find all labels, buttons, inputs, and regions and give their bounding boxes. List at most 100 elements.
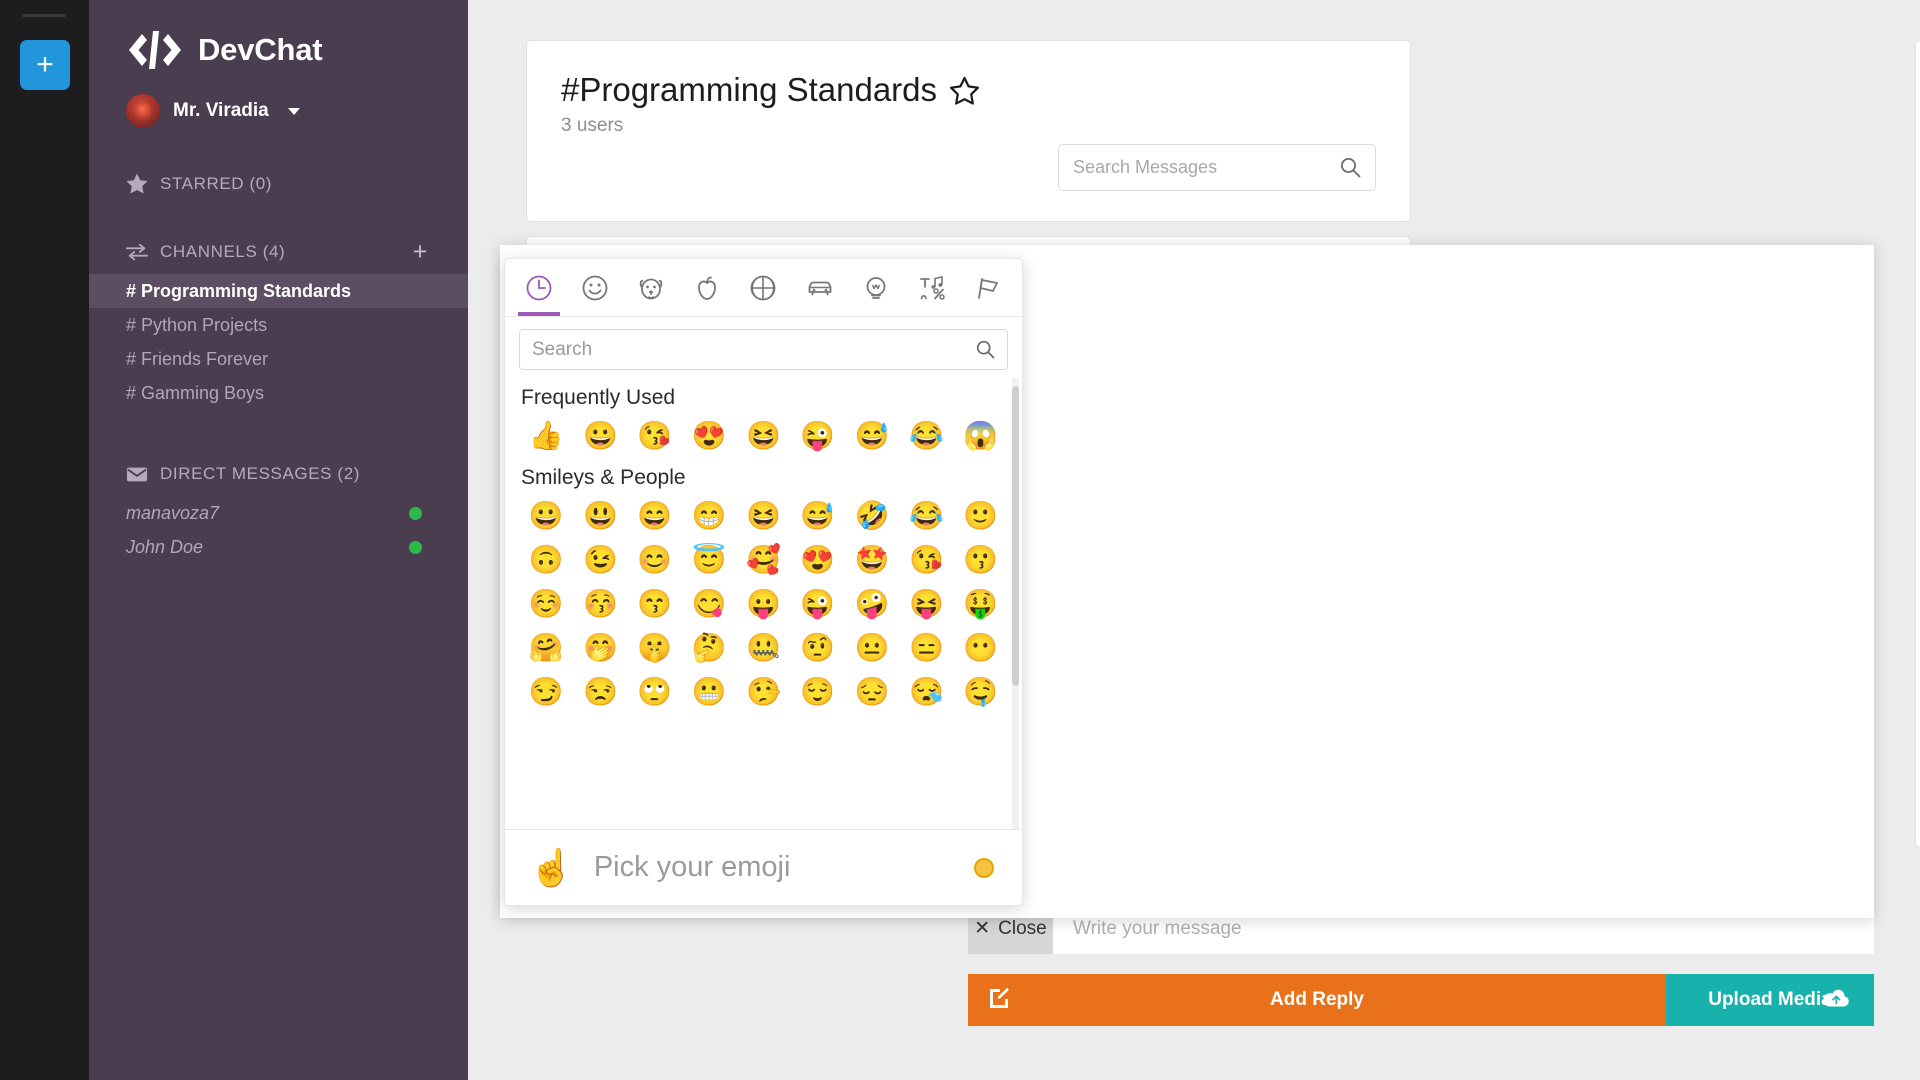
emoji-button[interactable]: ☺️ [519, 582, 573, 626]
emoji-button[interactable]: 🤑 [954, 582, 1008, 626]
emoji-button[interactable]: 🤐 [736, 626, 790, 670]
emoji-button[interactable]: 😋 [682, 582, 736, 626]
list-item[interactable]: manavoza7 [89, 496, 468, 530]
emoji-button[interactable]: 😘 [628, 414, 682, 458]
emoji-button[interactable]: 😉 [573, 538, 627, 582]
tab-smileys[interactable] [567, 259, 623, 316]
emoji-button[interactable]: 🤭 [573, 626, 627, 670]
emoji-scroll-area[interactable]: Frequently Used 👍 😀 😘 😍 😆 😜 😅 😂 😱 Smileys & Peop… [505, 378, 1022, 829]
emoji-button[interactable]: 😆 [736, 414, 790, 458]
emoji-button[interactable]: 😀 [519, 494, 573, 538]
upload-media-label: Upload Media [1708, 989, 1832, 1010]
emoji-button[interactable]: 😪 [899, 670, 953, 714]
tab-flags[interactable] [960, 259, 1016, 316]
emoji-button[interactable]: 😱 [954, 414, 1008, 458]
tab-animals[interactable] [623, 259, 679, 316]
emoji-button[interactable]: 😬 [682, 670, 736, 714]
emoji-button[interactable]: 😜 [791, 582, 845, 626]
flag-icon [978, 277, 998, 299]
channels-header[interactable]: CHANNELS (4) + [89, 239, 468, 265]
tab-recent[interactable] [511, 259, 567, 316]
emoji-button[interactable]: 😑 [899, 626, 953, 670]
emoji-button[interactable]: 🙄 [628, 670, 682, 714]
scrollbar-thumb[interactable] [1012, 386, 1019, 686]
chevron-down-icon[interactable] [287, 107, 300, 115]
action-bar: Add Reply Upload Media [968, 974, 1874, 1026]
emoji-button[interactable]: 👍 [519, 414, 573, 458]
sidebar-item-programming-standards[interactable]: # Programming Standards [89, 274, 468, 308]
emoji-button[interactable]: 😍 [791, 538, 845, 582]
emoji-button[interactable]: 🤪 [845, 582, 899, 626]
emoji-grid-smileys-people: 😀 😃 😄 😁 😆 😅 🤣 😂 🙂 🙃 😉 😊 😇 🥰 😍 🤩 😘 😗 ☺️ 😚 😙 😋 😛 😜 🤪 😝 🤑 🤗 🤭 🤫 🤔 🤐 🤨 😐 😑 😶 😏 😒 🙄… [519, 494, 1008, 714]
emoji-button[interactable]: 🤤 [954, 670, 1008, 714]
emoji-button[interactable]: 😐 [845, 626, 899, 670]
direct-messages-header[interactable]: DIRECT MESSAGES (2) [89, 464, 468, 484]
tab-travel[interactable] [792, 259, 848, 316]
brand-name: DevChat [198, 32, 323, 67]
car-icon [808, 281, 831, 295]
search-input[interactable] [1073, 157, 1340, 178]
emoji-button[interactable]: 😶 [954, 626, 1008, 670]
emoji-button[interactable]: 🤣 [845, 494, 899, 538]
emoji-button[interactable]: 😝 [899, 582, 953, 626]
emoji-button[interactable]: 🤨 [791, 626, 845, 670]
emoji-button[interactable]: 😏 [519, 670, 573, 714]
sidebar-item-friends-forever[interactable]: # Friends Forever [89, 342, 468, 376]
message-search[interactable] [1058, 144, 1376, 191]
emoji-button[interactable]: 😗 [954, 538, 1008, 582]
page-title: #Programming Standards [561, 71, 938, 108]
add-channel-button[interactable]: + [413, 239, 428, 265]
about-panel: About # Programming Standards ℹ Channel … [1915, 40, 1920, 848]
star-outline-icon[interactable] [950, 76, 980, 105]
emoji-button[interactable]: 😊 [628, 538, 682, 582]
sidebar-item-python-projects[interactable]: # Python Projects [89, 308, 468, 342]
emoji-button[interactable]: 🤥 [736, 670, 790, 714]
rail-divider [22, 14, 66, 17]
current-user[interactable]: Mr. Viradia [89, 72, 468, 128]
preview-label: Pick your emoji [593, 851, 791, 883]
emoji-button[interactable]: 🥰 [736, 538, 790, 582]
tab-activity[interactable] [735, 259, 791, 316]
add-workspace-button[interactable]: + [20, 40, 70, 90]
list-item[interactable]: John Doe [89, 530, 468, 564]
emoji-button[interactable]: 😇 [682, 538, 736, 582]
dm-name: John Doe [126, 536, 204, 557]
emoji-button[interactable]: 😅 [845, 414, 899, 458]
emoji-button[interactable]: 😂 [899, 494, 953, 538]
emoji-button[interactable]: 😙 [628, 582, 682, 626]
compose-icon [988, 987, 1009, 1014]
emoji-search-input[interactable] [532, 338, 976, 361]
sidebar-item-gamming-boys[interactable]: # Gamming Boys [89, 376, 468, 410]
starred-label: STARRED (0) [160, 173, 273, 193]
emoji-button[interactable]: 😄 [628, 494, 682, 538]
emoji-button[interactable]: 😒 [573, 670, 627, 714]
emoji-button[interactable]: 😘 [899, 538, 953, 582]
starred-header[interactable]: STARRED (0) [89, 173, 468, 194]
emoji-button[interactable]: 😍 [682, 414, 736, 458]
status-badge [409, 506, 422, 520]
tab-objects[interactable] [848, 259, 904, 316]
emoji-button[interactable]: 😛 [736, 582, 790, 626]
emoji-button[interactable]: 😂 [899, 414, 953, 458]
add-reply-button[interactable]: Add Reply [968, 974, 1666, 1026]
emoji-button[interactable]: 😚 [573, 582, 627, 626]
upload-media-button[interactable]: Upload Media [1666, 974, 1874, 1026]
emoji-button[interactable]: 🤫 [628, 626, 682, 670]
emoji-button[interactable]: 😅 [791, 494, 845, 538]
emoji-button[interactable]: 🤔 [682, 626, 736, 670]
emoji-button[interactable]: 😁 [682, 494, 736, 538]
emoji-button[interactable]: 🤗 [519, 626, 573, 670]
emoji-button[interactable]: 😃 [573, 494, 627, 538]
emoji-button[interactable]: 🙂 [954, 494, 1008, 538]
skin-tone-button[interactable] [974, 857, 994, 878]
emoji-button[interactable]: 😔 [845, 670, 899, 714]
emoji-button[interactable]: 😌 [791, 670, 845, 714]
tab-food[interactable] [679, 259, 735, 316]
emoji-button[interactable]: 😜 [791, 414, 845, 458]
emoji-button[interactable]: 🙃 [519, 538, 573, 582]
emoji-button[interactable]: 🤩 [845, 538, 899, 582]
emoji-search[interactable] [519, 329, 1008, 370]
tab-symbols[interactable] [904, 259, 960, 316]
emoji-button[interactable]: 😆 [736, 494, 790, 538]
emoji-button[interactable]: 😀 [573, 414, 627, 458]
